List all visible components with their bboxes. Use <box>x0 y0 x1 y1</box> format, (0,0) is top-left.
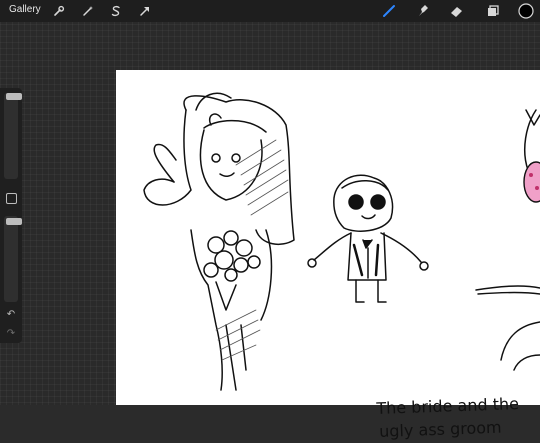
color-swatch[interactable] <box>518 3 534 19</box>
left-sidebar: ↶ ↷ <box>0 88 22 343</box>
caption-text: The bride and the ugly ass groom <box>376 392 520 443</box>
transform-arrow-icon[interactable] <box>137 3 153 19</box>
smudge-icon[interactable] <box>415 3 431 19</box>
sketch-artwork <box>143 92 540 391</box>
opacity-slider[interactable] <box>4 216 22 302</box>
opacity-thumb[interactable] <box>6 218 22 225</box>
drawing-canvas[interactable]: The bride and the ugly ass groom <box>116 70 540 441</box>
caption-line-2: ugly ass groom <box>378 417 502 441</box>
selection-icon[interactable] <box>108 3 124 19</box>
modify-button[interactable] <box>6 193 17 204</box>
top-toolbar: Gallery <box>0 0 540 22</box>
layers-icon[interactable] <box>485 3 501 19</box>
eraser-icon[interactable] <box>449 3 465 19</box>
redo-icon[interactable]: ↷ <box>4 328 18 339</box>
undo-icon[interactable]: ↶ <box>4 309 18 320</box>
brush-size-slider[interactable] <box>4 93 22 179</box>
brush-size-thumb[interactable] <box>6 93 22 100</box>
wrench-icon[interactable] <box>51 3 67 19</box>
brush-icon[interactable] <box>381 3 397 19</box>
gallery-button[interactable]: Gallery <box>9 4 41 15</box>
magic-wand-icon[interactable] <box>80 3 96 19</box>
